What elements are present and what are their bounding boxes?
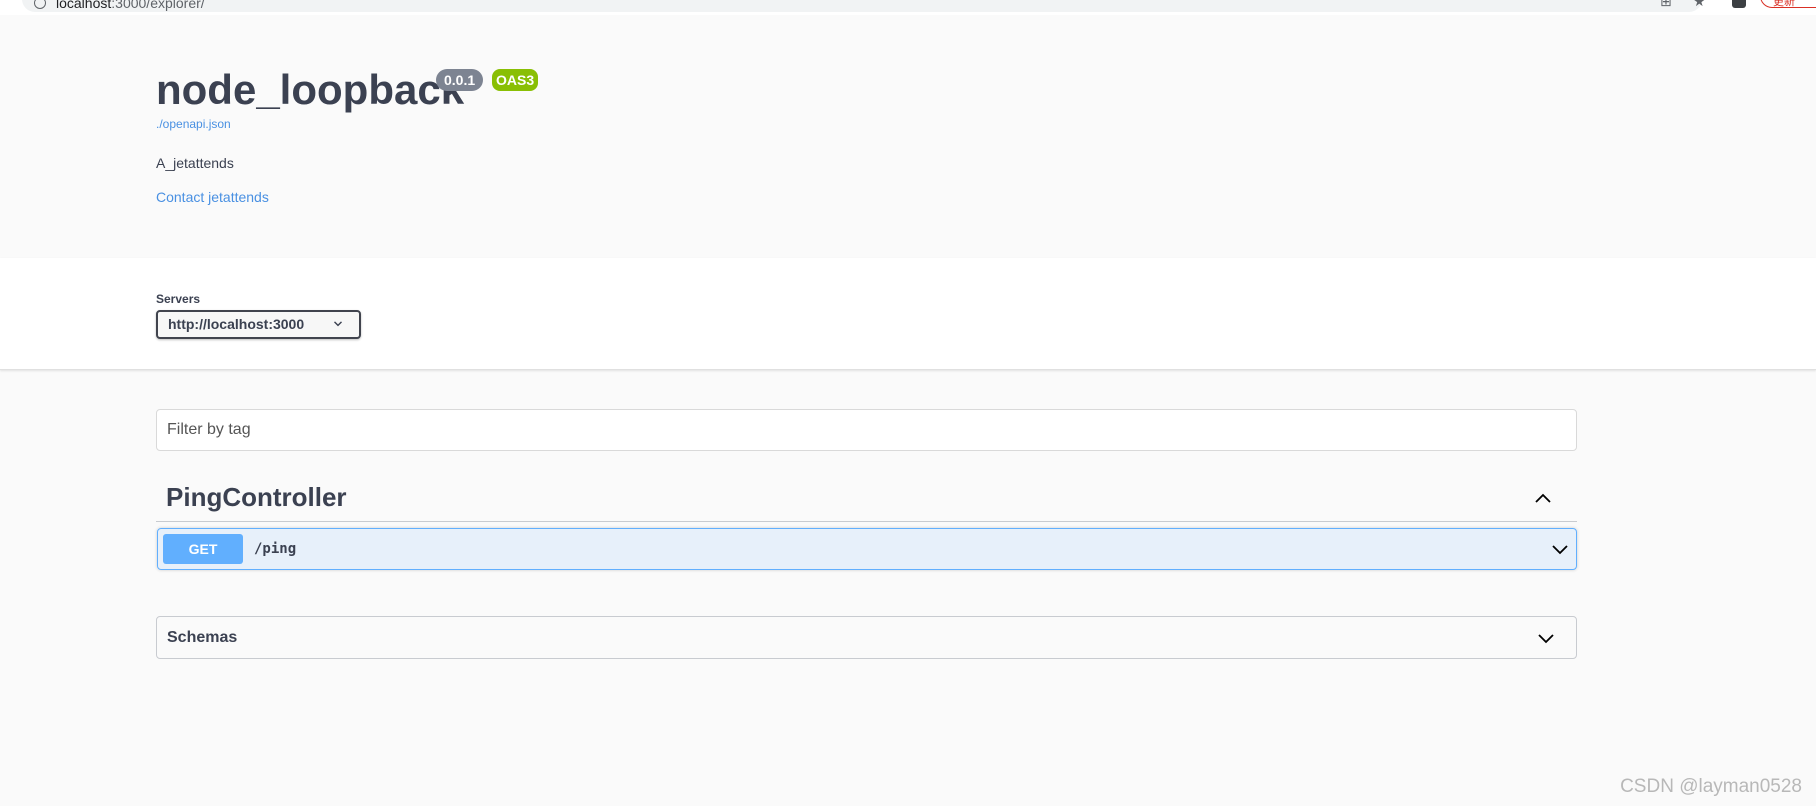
url-text: localhost:3000/explorer/ xyxy=(56,0,205,11)
url-path: :3000/explorer/ xyxy=(111,0,205,11)
update-button[interactable]: 更新 xyxy=(1760,0,1816,8)
chevron-up-icon[interactable] xyxy=(1533,488,1553,508)
chevron-down-icon xyxy=(334,321,342,327)
oas-version-badge: OAS3 xyxy=(492,69,539,91)
info-section: node_loopback 0.0.1 OAS3 ./openapi.json … xyxy=(0,15,1816,258)
servers-selected-value: http://localhost:3000 xyxy=(168,316,305,332)
operation-get-ping[interactable]: GET /ping xyxy=(157,528,1577,570)
url-host: localhost xyxy=(56,0,112,11)
chevron-down-icon[interactable] xyxy=(1550,540,1570,560)
star-icon[interactable]: ★ xyxy=(1693,0,1706,8)
profile-icon[interactable] xyxy=(1732,0,1746,8)
schemas-title: Schemas xyxy=(167,629,238,646)
api-title: node_loopback xyxy=(156,66,465,113)
servers-select[interactable]: http://localhost:3000 xyxy=(156,310,361,339)
csdn-watermark: CSDN @layman0528 xyxy=(1620,776,1802,797)
version-badge: 0.0.1 xyxy=(436,69,484,91)
servers-section: Servers http://localhost:3000 xyxy=(0,258,1816,370)
translate-icon[interactable]: ⊞ xyxy=(1660,0,1672,8)
address-bar[interactable]: localhost:3000/explorer/ xyxy=(22,0,1702,12)
servers-label: Servers xyxy=(156,292,201,306)
schemas-section[interactable]: Schemas xyxy=(156,616,1577,659)
contact-link[interactable]: Contact jetattends xyxy=(156,189,269,205)
filter-by-tag-input[interactable] xyxy=(156,409,1577,451)
info-icon[interactable] xyxy=(34,0,46,9)
http-method-badge: GET xyxy=(163,534,243,564)
operation-path: /ping xyxy=(254,541,297,557)
tag-section-header[interactable]: PingController xyxy=(156,472,1577,522)
tag-title: PingController xyxy=(166,482,347,512)
browser-toolbar: localhost:3000/explorer/ ⊞ ★ 更新 xyxy=(0,0,1816,16)
api-description: A_jetattends xyxy=(156,155,234,171)
openapi-spec-link[interactable]: ./openapi.json xyxy=(156,117,231,131)
chevron-down-icon[interactable] xyxy=(1536,629,1556,649)
